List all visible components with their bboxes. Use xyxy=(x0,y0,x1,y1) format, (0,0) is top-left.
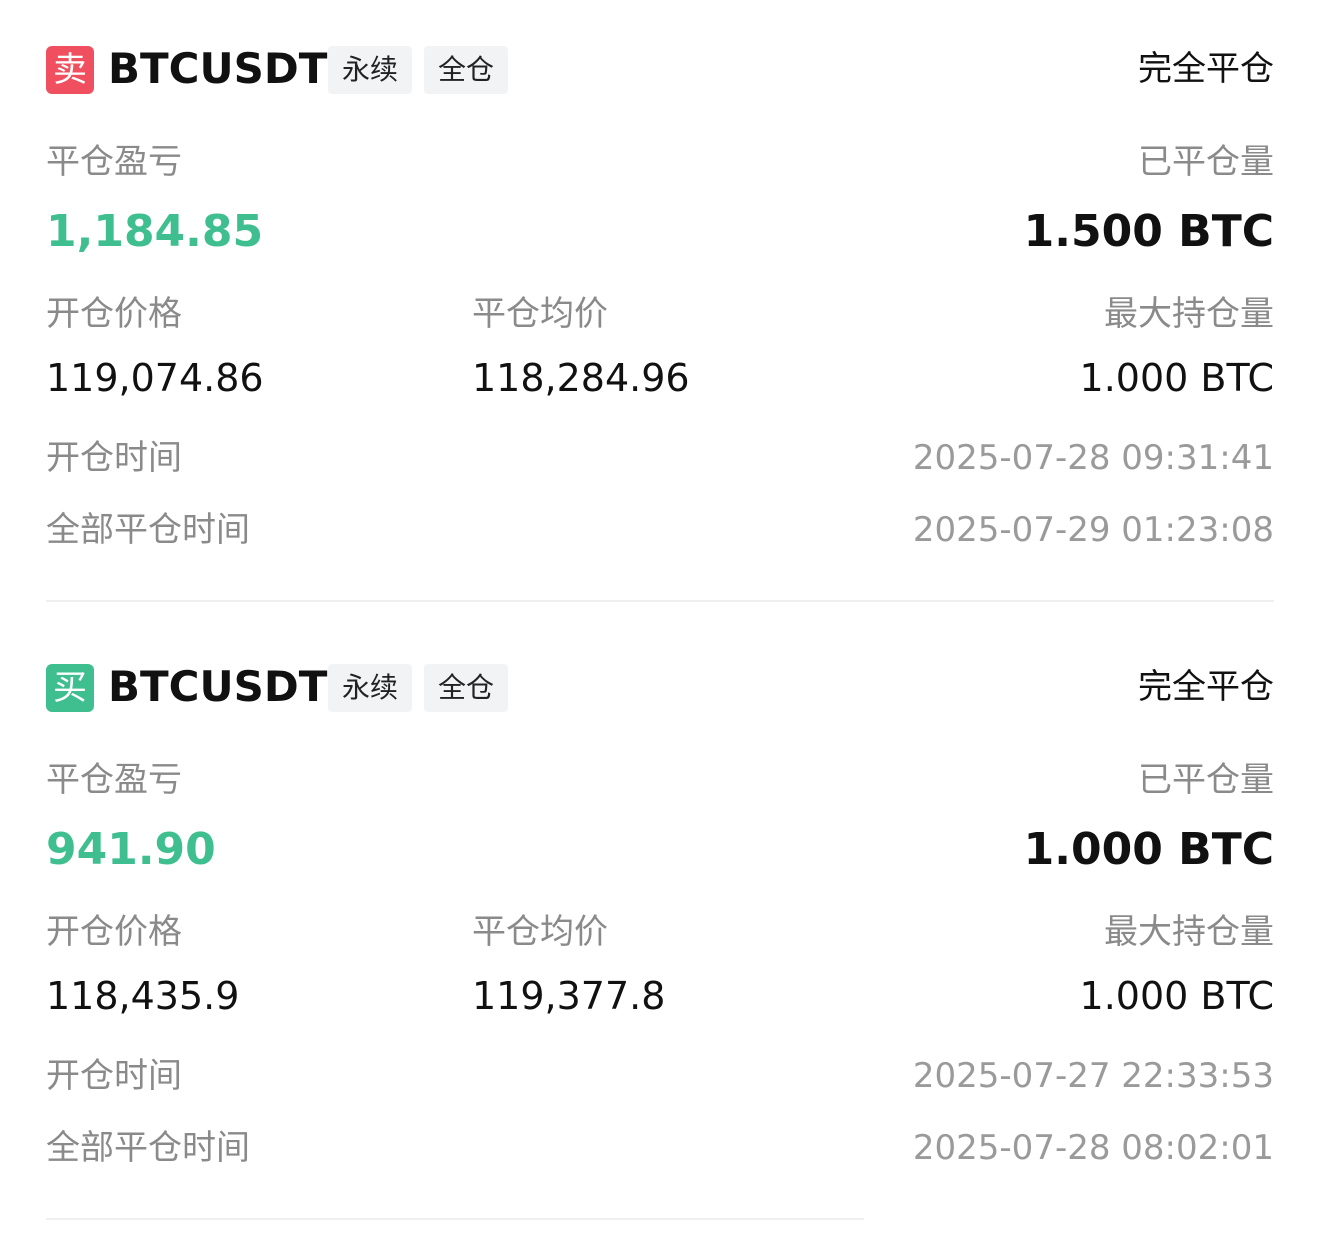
price-value-row: 118,435.9 119,377.8 1.000 BTC xyxy=(46,972,1274,1020)
price-label-row: 开仓价格 平仓均价 最大持仓量 xyxy=(46,292,1274,336)
buy-side-badge: 买 xyxy=(46,664,94,712)
symbol: BTCUSDT xyxy=(108,44,328,93)
open-time-label: 开仓时间 xyxy=(46,438,182,478)
open-price-label: 开仓价格 xyxy=(46,294,182,334)
price-label-row: 开仓价格 平仓均价 最大持仓量 xyxy=(46,910,1274,954)
open-price-value: 119,074.86 xyxy=(46,356,264,400)
close-status: 完全平仓 xyxy=(1138,49,1274,89)
divider xyxy=(46,600,1274,602)
max-position-value: 1.000 BTC xyxy=(1079,974,1274,1018)
pnl-label-row: 平仓盈亏 已平仓量 xyxy=(46,758,1274,802)
full-close-time-label: 全部平仓时间 xyxy=(46,510,250,550)
perpetual-tag: 永续 xyxy=(328,664,413,712)
card-header: 卖 BTCUSDT 永续 全仓 完全平仓 xyxy=(46,44,1274,94)
pnl-label-row: 平仓盈亏 已平仓量 xyxy=(46,140,1274,184)
full-close-time-label: 全部平仓时间 xyxy=(46,1128,250,1168)
max-position-label: 最大持仓量 xyxy=(1104,294,1274,334)
open-time-label: 开仓时间 xyxy=(46,1056,182,1096)
divider xyxy=(46,1218,864,1220)
pnl-label: 平仓盈亏 xyxy=(46,142,182,182)
avg-close-price-value: 118,284.96 xyxy=(472,356,690,400)
pnl-value-row: 941.90 1.000 BTC xyxy=(46,822,1274,878)
open-time-row: 开仓时间 2025-07-28 09:31:41 xyxy=(46,436,1274,480)
pnl-value: 1,184.85 xyxy=(46,206,264,257)
symbol: BTCUSDT xyxy=(108,662,328,711)
full-close-time-value: 2025-07-28 08:02:01 xyxy=(912,1128,1274,1168)
open-time-value: 2025-07-27 22:33:53 xyxy=(912,1056,1274,1096)
pnl-label: 平仓盈亏 xyxy=(46,760,182,800)
close-status: 完全平仓 xyxy=(1138,667,1274,707)
pnl-value: 941.90 xyxy=(46,824,216,875)
avg-close-price-value: 119,377.8 xyxy=(472,974,666,1018)
close-time-row: 全部平仓时间 2025-07-28 08:02:01 xyxy=(46,1126,1274,1170)
closed-qty-value: 1.500 BTC xyxy=(1023,206,1274,257)
cross-margin-tag: 全仓 xyxy=(424,664,509,712)
full-close-time-value: 2025-07-29 01:23:08 xyxy=(912,510,1274,550)
pnl-value-row: 1,184.85 1.500 BTC xyxy=(46,204,1274,260)
open-time-row: 开仓时间 2025-07-27 22:33:53 xyxy=(46,1054,1274,1098)
closed-qty-value: 1.000 BTC xyxy=(1023,824,1274,875)
perpetual-tag: 永续 xyxy=(328,46,413,94)
max-position-label: 最大持仓量 xyxy=(1104,912,1274,952)
cross-margin-tag: 全仓 xyxy=(424,46,509,94)
price-value-row: 119,074.86 118,284.96 1.000 BTC xyxy=(46,354,1274,402)
open-price-value: 118,435.9 xyxy=(46,974,240,1018)
sell-side-badge: 卖 xyxy=(46,46,94,94)
closed-qty-label: 已平仓量 xyxy=(1138,760,1274,800)
avg-close-price-label: 平仓均价 xyxy=(472,294,608,334)
open-price-label: 开仓价格 xyxy=(46,912,182,952)
card-header: 买 BTCUSDT 永续 全仓 完全平仓 xyxy=(46,662,1274,712)
closed-qty-label: 已平仓量 xyxy=(1138,142,1274,182)
open-time-value: 2025-07-28 09:31:41 xyxy=(912,438,1274,478)
avg-close-price-label: 平仓均价 xyxy=(472,912,608,952)
close-time-row: 全部平仓时间 2025-07-29 01:23:08 xyxy=(46,508,1274,552)
max-position-value: 1.000 BTC xyxy=(1079,356,1274,400)
